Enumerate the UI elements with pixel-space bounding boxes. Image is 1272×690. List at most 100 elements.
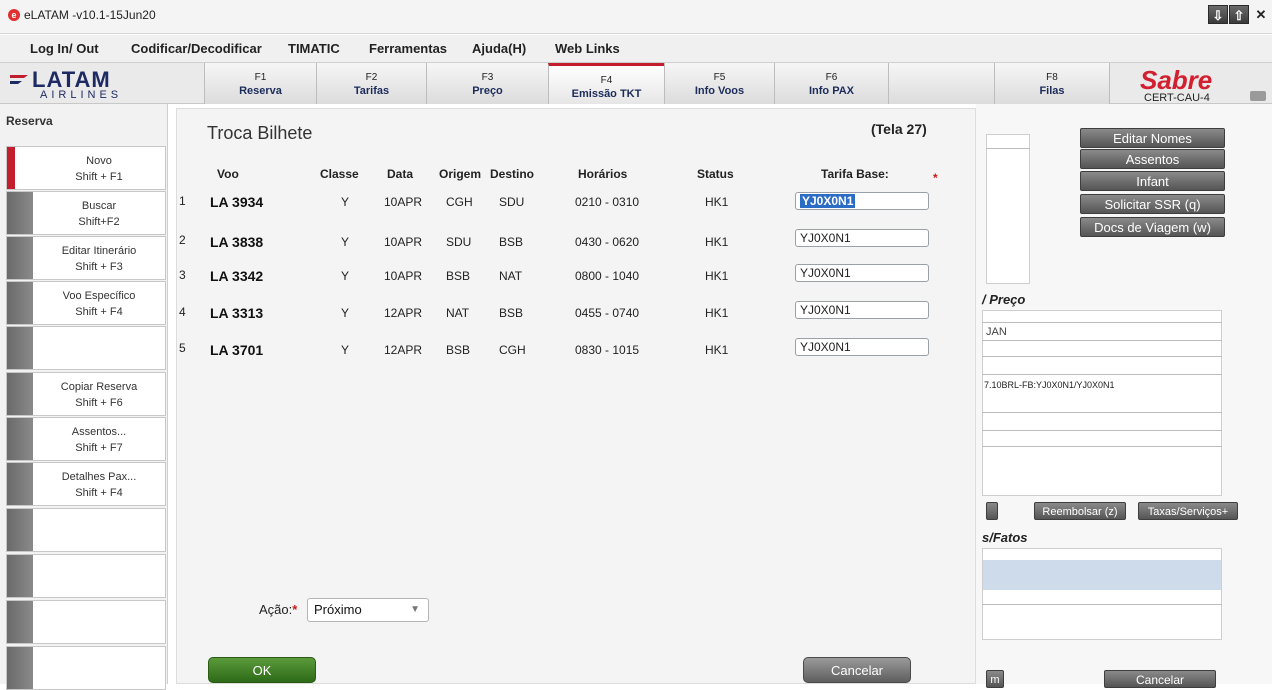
sidebar-item-buscar[interactable]: Buscar Shift+F2 [6,191,166,235]
sidebar-tab [7,237,33,279]
date-value: 10APR [384,235,423,249]
class-value: Y [341,343,350,357]
row-number: 5 [179,341,186,355]
fkey-f2-tarifas[interactable]: F2 Tarifas [316,63,426,104]
fkey-f1-reserva[interactable]: F1 Reserva [204,63,316,104]
sidebar-item-empty[interactable] [6,646,166,690]
sidebar-tab [7,647,33,689]
sidebar-tab [7,282,33,324]
printer-icon[interactable] [1250,91,1266,101]
close-icon[interactable]: ✕ [1250,5,1272,24]
menu-web-links[interactable]: Web Links [555,41,620,56]
menu-ferramentas[interactable]: Ferramentas [369,41,447,56]
divider [982,604,1222,605]
sidebar-item-assentos[interactable]: Assentos... Shift + F7 [6,417,166,461]
destination-value: NAT [499,269,523,283]
sidebar-item-editar-itinerario[interactable]: Editar Itinerário Shift + F3 [6,236,166,280]
assentos-button[interactable]: Assentos [1080,149,1225,169]
tarifa-base-input[interactable]: YJ0X0N1 [795,229,929,247]
sidebar-item-shortcut: Shift + F1 [75,171,123,183]
tarifa-base-input[interactable]: YJ0X0N1 [795,338,929,356]
fare-text: 7.10BRL-FB:YJ0X0N1/YJ0X0N1 [984,380,1115,390]
sidebar-item-label: Buscar [81,200,117,212]
origin-value: BSB [446,269,471,283]
sidebar-item-empty[interactable] [6,554,166,598]
partial-button[interactable] [986,502,998,520]
sidebar-tab [7,418,33,460]
sidebar-item-detalhes-pax[interactable]: Detalhes Pax... Shift + F4 [6,462,166,506]
maximize-icon[interactable]: ⇧ [1229,5,1249,24]
taxas-servicos-button[interactable]: Taxas/Serviços+ [1138,502,1238,520]
tarifa-base-input[interactable]: YJ0X0N1 [795,264,929,282]
sidebar-item-voo-especifico[interactable]: Voo Específico Shift + F4 [6,281,166,325]
latam-mark-icon [10,75,28,84]
latam-logo: LATAM AIRLINES [10,67,170,101]
sidebar-item-empty[interactable] [6,326,166,370]
ok-button[interactable]: OK [208,657,316,683]
fkey-label: Emissão TKT [571,88,642,100]
fkey-f4-emissao-tkt[interactable]: F4 Emissão TKT [548,63,664,104]
tarifa-base-input[interactable]: YJ0X0N1 [795,301,929,319]
menu-bar: Log In/ Out Codificar/Decodificar TIMATI… [0,35,1272,63]
divider [982,430,1222,431]
solicitar-ssr-button[interactable]: Solicitar SSR (q) [1080,194,1225,214]
editar-nomes-button[interactable]: Editar Nomes [1080,128,1225,148]
fkey-f8-filas[interactable]: F8 Filas [994,63,1110,104]
docs-de-viagem-button[interactable]: Docs de Viagem (w) [1080,217,1225,237]
airlines-wordmark: AIRLINES [40,89,123,101]
row-number: 3 [179,268,186,282]
divider [982,322,1222,323]
fkey-f6-info-pax[interactable]: F6 Info PAX [774,63,888,104]
divider [982,374,1222,375]
fatos-selected-row[interactable] [983,560,1221,590]
fkey-empty[interactable] [888,63,994,104]
partial-m-button[interactable]: m [986,670,1004,688]
background-reservation-panel: / Preço JAN 7.10BRL-FB:YJ0X0N1/YJ0X0N1 R… [976,104,1272,688]
row-number: 1 [179,194,186,208]
sidebar-item-empty[interactable] [6,600,166,644]
destination-value: BSB [499,306,524,320]
col-voo: Voo [217,167,239,181]
cancel-background-button[interactable]: Cancelar [1104,670,1216,688]
sidebar-item-shortcut: Shift + F4 [75,487,123,499]
tarifa-base-input[interactable]: YJ0X0N1 [795,192,929,210]
fkey-key: F4 [600,75,613,86]
destination-value: CGH [499,343,526,357]
destination-value: SDU [499,195,525,209]
sidebar-item-copiar-reserva[interactable]: Copiar Reserva Shift + F6 [6,372,166,416]
flight-number: LA 3934 [210,194,264,210]
minimize-icon[interactable]: ⇩ [1208,5,1228,24]
sidebar: Reserva Novo Shift + F1 Buscar Shift+F2 … [0,104,168,690]
divider [982,340,1222,341]
reembolsar-button[interactable]: Reembolsar (z) [1034,502,1126,520]
col-classe: Classe [320,167,359,181]
menu-codificar[interactable]: Codificar/Decodificar [131,41,262,56]
cancel-button[interactable]: Cancelar [803,657,911,683]
menu-timatic[interactable]: TIMATIC [288,41,340,56]
times-value: 0210 - 0310 [575,195,640,209]
window-title: eLATAM -v10.1-15Jun20 [24,8,156,22]
infant-button[interactable]: Infant [1080,171,1225,191]
date-value: 10APR [384,195,423,209]
fkey-key: F3 [481,72,494,83]
acao-selected-value: Próximo [314,602,362,617]
fkey-f3-preco[interactable]: F3 Preço [426,63,548,104]
fkey-f5-info-voos[interactable]: F5 Info Voos [664,63,774,104]
sidebar-tab [7,601,33,643]
sidebar-item-shortcut: Shift + F3 [75,261,123,273]
menu-ajuda[interactable]: Ajuda(H) [472,41,526,56]
sidebar-tab [7,327,33,369]
class-value: Y [341,235,350,249]
sidebar-item-novo[interactable]: Novo Shift + F1 [6,146,166,190]
menu-login[interactable]: Log In/ Out [30,41,99,56]
divider [982,446,1222,447]
fkey-label: Info Voos [694,85,745,97]
acao-select[interactable]: Próximo ▼ [307,598,429,622]
sidebar-title: Reserva [6,114,53,128]
fkey-key: F6 [825,72,838,83]
status-value: HK1 [705,306,729,320]
sidebar-item-empty[interactable] [6,508,166,552]
times-value: 0800 - 1040 [575,269,640,283]
sidebar-item-shortcut: Shift + F7 [75,442,123,454]
origin-value: BSB [446,343,471,357]
